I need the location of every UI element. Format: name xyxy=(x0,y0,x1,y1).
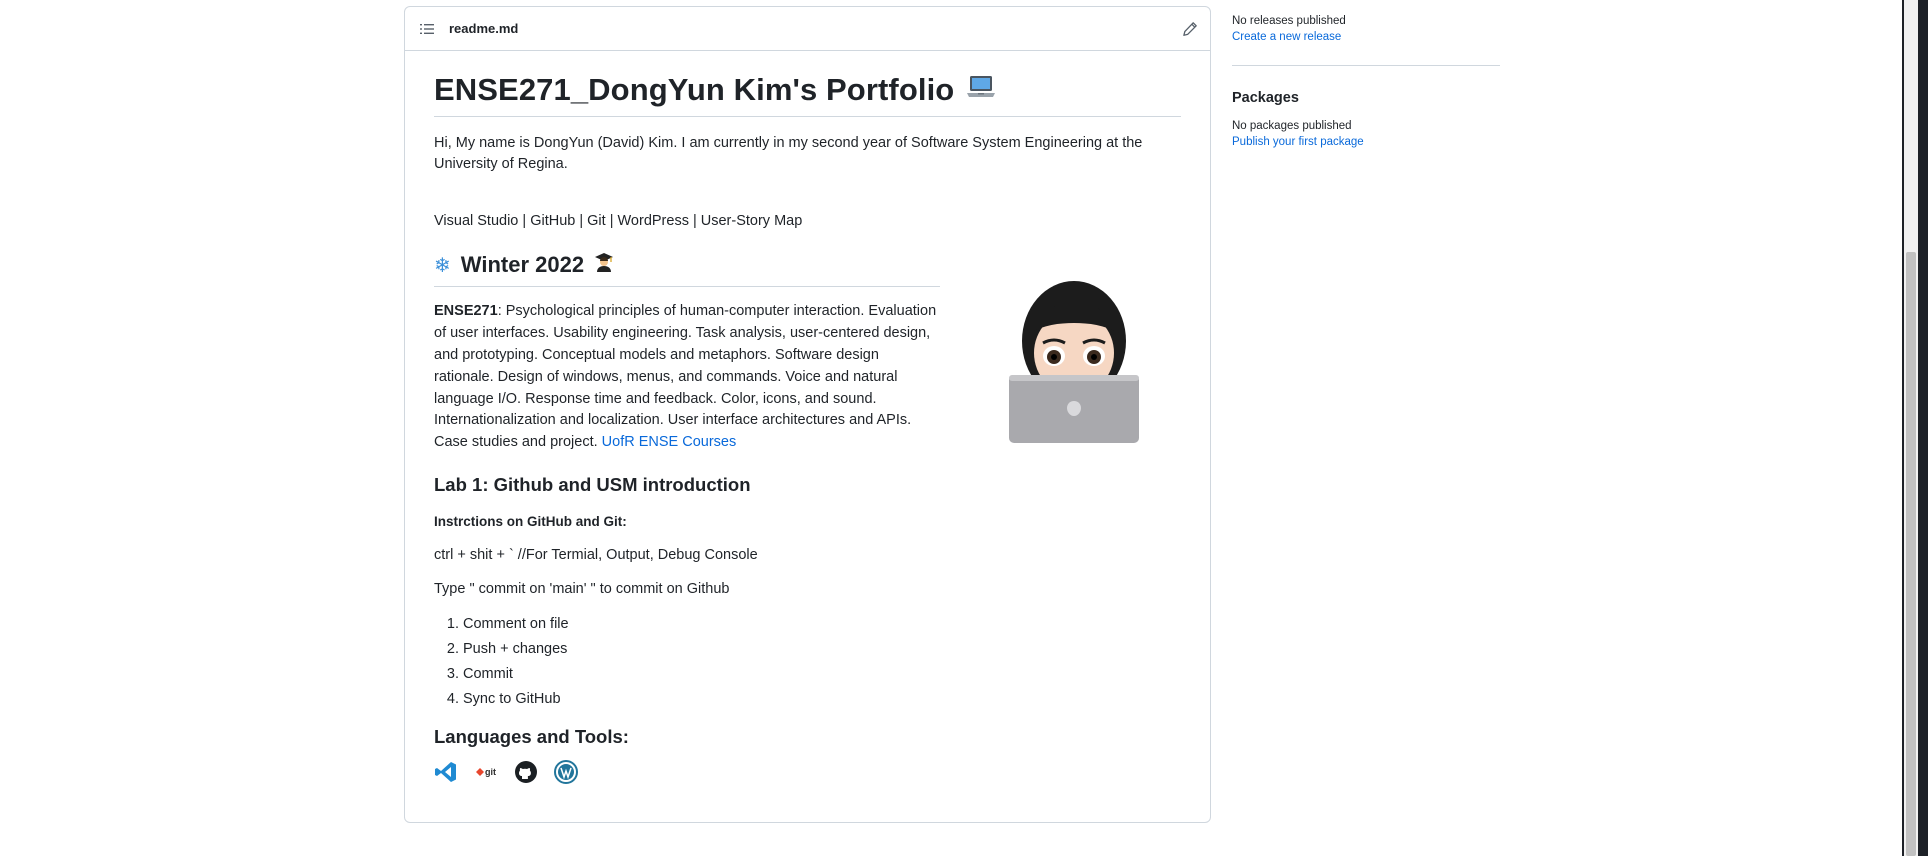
winter-section: ❄ Winter 2022 ENSE271: Psychological pri… xyxy=(434,251,1181,454)
winter-heading-text: Winter 2022 xyxy=(460,252,585,278)
laptop-icon xyxy=(966,71,996,110)
lab1-heading: Lab 1: Github and USM introduction xyxy=(434,473,751,495)
intro-paragraph: Hi, My name is DongYun (David) Kim. I am… xyxy=(434,134,1143,172)
course-code: ENSE271 xyxy=(434,303,498,320)
course-description-text: : Psychological principles of human-comp… xyxy=(434,303,937,451)
readme-title-text: ENSE271_DongYun Kim's Portfolio xyxy=(434,72,955,107)
snowflake-icon: ❄ xyxy=(434,254,451,277)
publish-package-link[interactable]: Publish your first package xyxy=(1232,136,1500,148)
releases-status: No releases published xyxy=(1232,15,1346,27)
list-item: Push + changes xyxy=(463,640,1181,658)
svg-text:git: git xyxy=(485,767,496,777)
packages-status: No packages published xyxy=(1232,120,1352,132)
readme-header: readme.md xyxy=(405,7,1210,51)
tools-line: Visual Studio | GitHub | Git | WordPress… xyxy=(434,212,803,229)
course-description: ENSE271: Psychological principles of hum… xyxy=(434,301,940,454)
list-item: Sync to GitHub xyxy=(463,690,1181,708)
pencil-edit-icon[interactable] xyxy=(1182,21,1198,37)
memoji-avatar xyxy=(999,271,1149,443)
github-icon[interactable] xyxy=(514,760,538,784)
vscode-icon[interactable] xyxy=(434,760,458,784)
readme-title: ENSE271_DongYun Kim's Portfolio xyxy=(434,51,1181,117)
wordpress-icon[interactable] xyxy=(554,759,578,784)
readme-filename: readme.md xyxy=(449,21,519,36)
graduate-icon xyxy=(593,251,615,281)
table-of-contents-icon[interactable] xyxy=(419,21,435,37)
list-item: Commit xyxy=(463,665,1181,683)
winter-heading: ❄ Winter 2022 xyxy=(434,251,940,288)
git-icon[interactable]: git xyxy=(474,760,498,784)
sidebar-divider xyxy=(1232,65,1500,66)
markdown-body: ENSE271_DongYun Kim's Portfolio Hi, My n… xyxy=(434,51,1181,784)
readme-panel: readme.md ENSE271_DongYun Kim's Portfoli… xyxy=(404,6,1211,823)
repo-sidebar: No releases published Create a new relea… xyxy=(1232,0,1500,148)
scrollbar-thumb[interactable] xyxy=(1906,252,1916,856)
shortcut-line: ctrl + shit + ` //For Termial, Output, D… xyxy=(434,546,758,563)
packages-heading: Packages xyxy=(1232,90,1299,106)
tool-icons-row: git xyxy=(434,759,1181,784)
commit-line: Type " commit on 'main' " to commit on G… xyxy=(434,580,730,597)
winter-content: ❄ Winter 2022 ENSE271: Psychological pri… xyxy=(434,251,940,454)
instructions-label: Instrctions on GitHub and Git: xyxy=(434,513,627,529)
create-release-link[interactable]: Create a new release xyxy=(1232,31,1500,43)
ense-courses-link[interactable]: UofR ENSE Courses xyxy=(602,434,737,450)
list-item: Comment on file xyxy=(463,615,1181,633)
steps-list: Comment on file Push + changes Commit Sy… xyxy=(434,615,1181,708)
languages-heading: Languages and Tools: xyxy=(434,725,629,747)
